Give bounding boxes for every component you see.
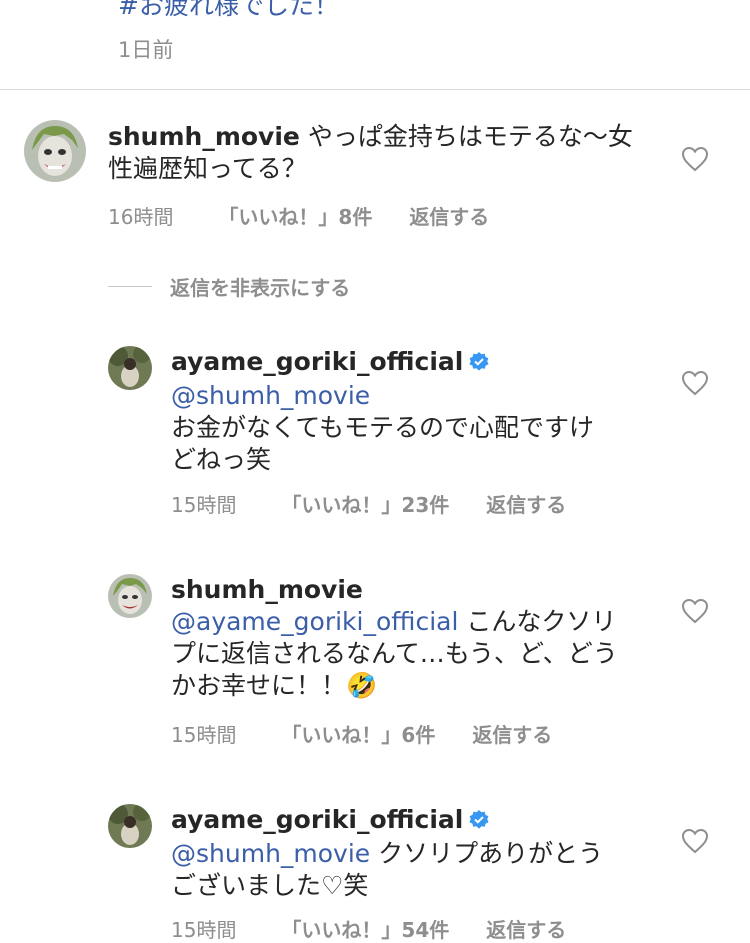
hide-replies-line — [108, 286, 152, 287]
reply-1-text-line2: どねっ笑 — [171, 445, 272, 474]
reply-2-body: shumh_movie @ayame_goriki_official こんなクソ… — [171, 574, 671, 702]
comment-likes-count[interactable]: 「いいね！」8件 — [218, 201, 372, 230]
reply-1-mention[interactable]: @shumh_movie — [171, 381, 370, 410]
reply-1-time: 15時間 — [171, 493, 237, 517]
reply-3-reply-button[interactable]: 返信する — [486, 914, 566, 943]
like-heart-icon[interactable] — [681, 370, 709, 396]
previous-comment-hashtag[interactable]: #お疲れ様でした！ — [118, 0, 339, 22]
avatar-shumh-movie[interactable] — [24, 120, 86, 182]
reply-2-text-line1: こんなクソリ — [458, 607, 617, 636]
reply-1-likes-count[interactable]: 「いいね！」23件 — [281, 489, 449, 518]
comment-body: shumh_movie やっぱ金持ちはモテるな〜女 性遍歴知ってる？ — [108, 121, 668, 185]
reply-3-meta: 15時間 「いいね！」54件 返信する — [171, 914, 566, 943]
reply-3-likes-count[interactable]: 「いいね！」54件 — [281, 914, 449, 943]
reply-3-time: 15時間 — [171, 918, 237, 942]
comment-reply-button[interactable]: 返信する — [409, 201, 489, 230]
reply-3-text-line2: ございました♡笑 — [171, 871, 369, 900]
reply-2-meta: 15時間 「いいね！」6件 返信する — [171, 719, 552, 748]
avatar-ayame-goriki-official[interactable] — [108, 804, 152, 848]
reply-1-meta: 15時間 「いいね！」23件 返信する — [171, 489, 566, 518]
comment-username[interactable]: shumh_movie — [108, 122, 300, 151]
comment-text-line1: やっぱ金持ちはモテるな〜女 — [307, 122, 633, 151]
reply-1-username[interactable]: ayame_goriki_official — [171, 347, 463, 376]
divider — [0, 89, 750, 90]
reply-3-text-line1: クソリプありがとう — [370, 839, 604, 868]
reply-2-time: 15時間 — [171, 723, 237, 747]
like-heart-icon[interactable] — [681, 598, 709, 624]
reply-2-reply-button[interactable]: 返信する — [472, 719, 552, 748]
reply-3-mention[interactable]: @shumh_movie — [171, 839, 370, 868]
reply-3-username[interactable]: ayame_goriki_official — [171, 805, 463, 834]
avatar-shumh-movie[interactable] — [108, 574, 152, 618]
verified-badge-icon — [469, 348, 489, 380]
reply-1-text-line1: お金がなくてもモテるので心配ですけ — [171, 413, 595, 442]
hide-replies-button[interactable]: 返信を非表示にする — [170, 272, 350, 301]
reply-3-body: ayame_goriki_official @shumh_movie クソリプあ… — [171, 804, 671, 902]
reply-2-text-line3: かお幸せに！！🤣 — [171, 671, 378, 700]
reply-2-username[interactable]: shumh_movie — [171, 575, 363, 604]
reply-1-body: ayame_goriki_official @shumh_movie お金がなく… — [171, 346, 671, 476]
avatar-ayame-goriki-official[interactable] — [108, 346, 152, 390]
comment-text-line2: 性遍歴知ってる？ — [108, 154, 307, 183]
reply-1-reply-button[interactable]: 返信する — [486, 489, 566, 518]
like-heart-icon[interactable] — [681, 828, 709, 854]
previous-comment-time: 1日前 — [118, 38, 174, 62]
reply-2-text-line2: プに返信されるなんて…もう、ど、どう — [171, 639, 618, 668]
like-heart-icon[interactable] — [681, 146, 709, 172]
comment-meta: 16時間 「いいね！」8件 返信する — [108, 201, 489, 230]
reply-2-likes-count[interactable]: 「いいね！」6件 — [281, 719, 435, 748]
verified-badge-icon — [469, 806, 489, 838]
comment-time: 16時間 — [108, 205, 174, 229]
reply-2-mention[interactable]: @ayame_goriki_official — [171, 607, 458, 636]
